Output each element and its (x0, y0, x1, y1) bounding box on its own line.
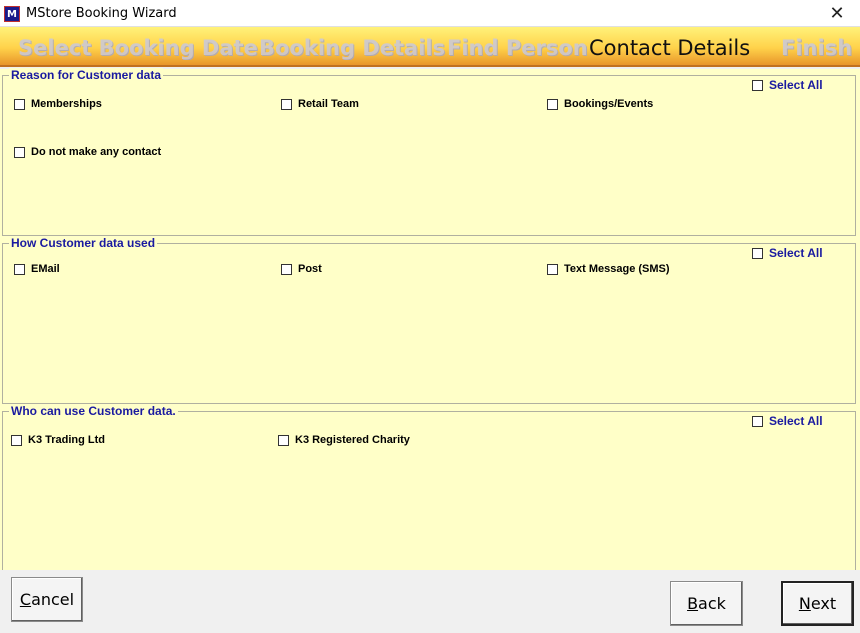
usage-group-title: How Customer data used (9, 236, 158, 250)
button-bar: Cancel Back Next (0, 570, 860, 633)
post-checkbox[interactable]: Post (281, 263, 322, 275)
step-select-booking-date: Select Booking Date (18, 36, 258, 60)
window-title: MStore Booking Wizard (26, 6, 177, 21)
who-group-title: Who can use Customer data. (9, 404, 178, 418)
step-contact-details: Contact Details (589, 36, 751, 60)
reason-group: Reason for Customer data Select All Memb… (2, 68, 856, 236)
wizard-steps-banner: Select Booking Date Booking Details Find… (0, 27, 860, 67)
checkbox-box[interactable] (281, 98, 292, 110)
k3-trading-checkbox[interactable]: K3 Trading Ltd (11, 434, 105, 446)
do-not-contact-checkbox[interactable]: Do not make any contact (14, 146, 161, 158)
checkbox-box[interactable] (14, 98, 25, 110)
checkbox-label: Text Message (SMS) (564, 263, 670, 275)
usage-select-all-checkbox[interactable]: Select All (752, 246, 823, 260)
next-button[interactable]: Next (781, 581, 854, 626)
title-bar: M MStore Booking Wizard ✕ (0, 0, 860, 27)
select-all-label: Select All (769, 414, 823, 428)
back-mnemonic: B (687, 594, 699, 613)
checkbox-box[interactable] (278, 434, 289, 446)
checkbox-label: K3 Trading Ltd (28, 434, 105, 446)
checkbox-label: K3 Registered Charity (295, 434, 410, 446)
checkbox-box[interactable] (752, 415, 763, 427)
select-all-label: Select All (769, 78, 823, 92)
checkbox-box[interactable] (547, 263, 558, 275)
retail-team-checkbox[interactable]: Retail Team (281, 98, 359, 110)
select-all-label: Select All (769, 246, 823, 260)
step-find-person: Find Person (447, 36, 588, 60)
who-select-all-checkbox[interactable]: Select All (752, 414, 823, 428)
k3-charity-checkbox[interactable]: K3 Registered Charity (278, 434, 410, 446)
who-group: Who can use Customer data. Select All K3… (2, 404, 856, 570)
checkbox-label: Memberships (31, 98, 102, 110)
cancel-button[interactable]: Cancel (11, 577, 83, 622)
reason-group-title: Reason for Customer data (9, 68, 164, 82)
contact-details-panel: Reason for Customer data Select All Memb… (0, 68, 860, 570)
checkbox-label: EMail (31, 263, 60, 275)
checkbox-label: Bookings/Events (564, 98, 654, 110)
app-icon: M (4, 6, 20, 22)
checkbox-box[interactable] (11, 434, 22, 446)
checkbox-box[interactable] (547, 98, 558, 110)
bookings-events-checkbox[interactable]: Bookings/Events (547, 98, 653, 110)
back-label: ack (698, 594, 726, 613)
checkbox-box[interactable] (14, 263, 25, 275)
checkbox-label: Post (298, 263, 322, 275)
next-label: ext (810, 594, 837, 613)
reason-select-all-checkbox[interactable]: Select All (752, 78, 823, 92)
checkbox-box[interactable] (752, 247, 763, 259)
checkbox-box[interactable] (14, 146, 25, 158)
step-finish: Finish (781, 36, 853, 60)
cancel-mnemonic: C (19, 590, 32, 609)
memberships-checkbox[interactable]: Memberships (14, 98, 102, 110)
checkbox-box[interactable] (752, 79, 763, 91)
close-icon[interactable]: ✕ (814, 0, 860, 27)
next-mnemonic: N (798, 594, 811, 613)
checkbox-label: Retail Team (298, 98, 359, 110)
usage-group: How Customer data used Select All EMail … (2, 236, 856, 404)
checkbox-box[interactable] (281, 263, 292, 275)
back-button[interactable]: Back (670, 581, 743, 626)
checkbox-label: Do not make any contact (31, 146, 162, 158)
cancel-label: ancel (31, 590, 75, 609)
sms-checkbox[interactable]: Text Message (SMS) (547, 263, 670, 275)
email-checkbox[interactable]: EMail (14, 263, 60, 275)
step-booking-details: Booking Details (259, 36, 446, 60)
